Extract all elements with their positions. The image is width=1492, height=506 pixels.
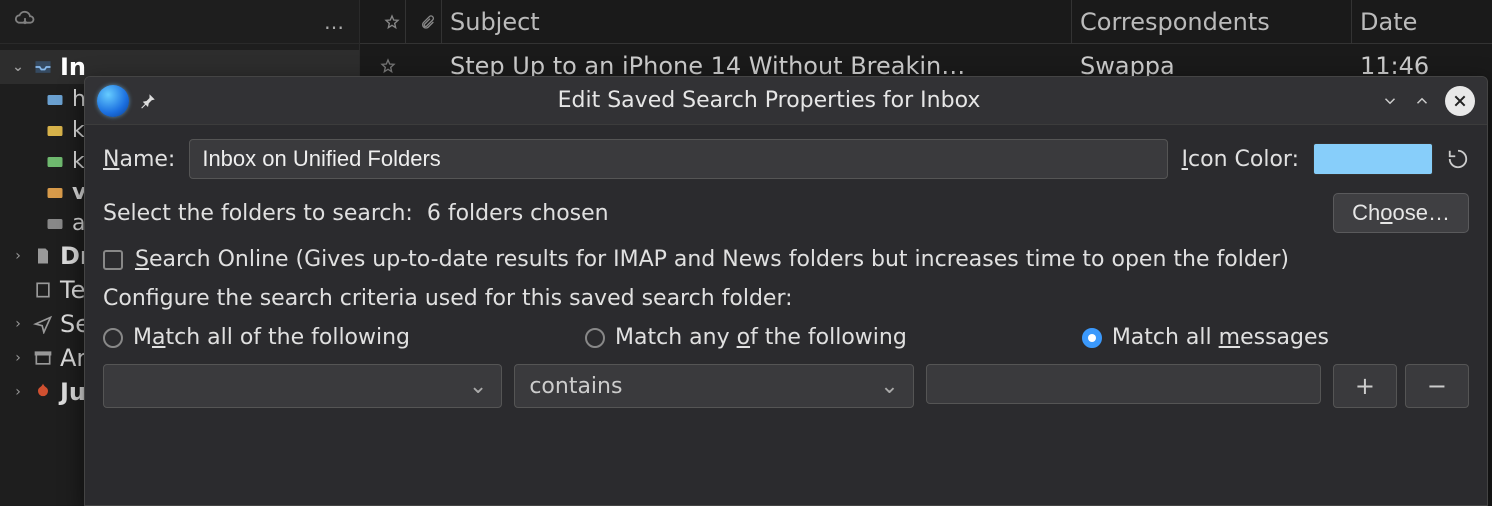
choose-folders-button[interactable]: Choose… [1333, 193, 1469, 233]
inbox-icon [44, 120, 66, 142]
column-star-icon[interactable] [370, 0, 406, 43]
folder-label: k [72, 118, 85, 143]
column-date[interactable]: Date [1352, 0, 1482, 43]
search-online-row[interactable]: Search Online (Gives up-to-date results … [103, 247, 1469, 272]
radio-icon[interactable] [1082, 328, 1102, 348]
dialog-body: Name: Icon Color: Select the folders to … [85, 125, 1487, 505]
match-all-radio[interactable]: Match all of the following [103, 325, 410, 350]
criteria-field-select[interactable]: ⌄ [103, 364, 502, 408]
chevron-down-icon: ⌄ [880, 374, 898, 399]
name-label: Name: [103, 147, 175, 172]
inbox-icon [44, 89, 66, 111]
folder-label: Ar [60, 344, 86, 372]
search-online-checkbox[interactable] [103, 250, 123, 270]
sidebar-more-icon[interactable]: … [324, 10, 345, 34]
match-all-messages-radio[interactable]: Match all messages [1082, 325, 1329, 350]
pin-icon[interactable] [139, 92, 157, 110]
chevron-right-icon[interactable]: › [10, 316, 26, 332]
archive-icon [32, 347, 54, 369]
drafts-icon [32, 245, 54, 267]
criteria-addremove: + − [1333, 364, 1469, 408]
column-correspondents[interactable]: Correspondents [1072, 0, 1352, 43]
icon-color-picker[interactable] [1313, 143, 1433, 175]
chevron-right-icon[interactable]: › [10, 350, 26, 366]
star-icon[interactable] [370, 58, 406, 74]
name-input[interactable] [189, 139, 1167, 179]
get-messages-icon[interactable] [14, 8, 36, 36]
criteria-op-value: contains [529, 374, 622, 399]
chevron-right-icon[interactable]: › [10, 248, 26, 264]
match-any-radio[interactable]: Match any of the following [585, 325, 907, 350]
close-button[interactable] [1445, 86, 1475, 116]
column-subject[interactable]: Subject [442, 0, 1072, 43]
folder-label: Ju [60, 378, 86, 406]
folders-chosen: 6 folders chosen [427, 201, 609, 226]
inbox-icon [44, 182, 66, 204]
inbox-icon [44, 151, 66, 173]
remove-criteria-button[interactable]: − [1405, 364, 1469, 408]
criteria-row: ⌄ contains ⌄ + − [103, 364, 1469, 408]
expand-icon[interactable] [1413, 92, 1431, 110]
name-row: Name: Icon Color: [103, 139, 1469, 179]
reset-color-icon[interactable] [1447, 148, 1469, 170]
column-header-row: Subject Correspondents Date [360, 0, 1492, 44]
folders-label: Select the folders to search: [103, 201, 413, 226]
sent-icon [32, 313, 54, 335]
templates-icon [32, 279, 54, 301]
match-radio-row: Match all of the following Match any of … [103, 325, 1469, 350]
chevron-down-icon: ⌄ [469, 374, 487, 399]
folder-label: k [72, 149, 85, 174]
thunderbird-icon [97, 85, 129, 117]
chevron-down-icon[interactable]: ⌄ [10, 59, 26, 75]
radio-icon[interactable] [585, 328, 605, 348]
junk-icon [32, 381, 54, 403]
sidebar-toolbar: … [0, 0, 359, 44]
folder-label: Te [60, 276, 85, 304]
icon-color-label: Icon Color: [1182, 147, 1299, 172]
column-attachment-icon[interactable] [406, 0, 442, 43]
dialog-titlebar: Edit Saved Search Properties for Inbox [85, 77, 1487, 125]
folder-select-row: Select the folders to search: 6 folders … [103, 193, 1469, 233]
chevron-right-icon[interactable]: › [10, 384, 26, 400]
inbox-icon [44, 213, 66, 235]
edit-saved-search-dialog: Edit Saved Search Properties for Inbox N… [84, 76, 1488, 506]
configure-label: Configure the search criteria used for t… [103, 286, 1469, 311]
criteria-op-select[interactable]: contains ⌄ [514, 364, 913, 408]
dialog-title: Edit Saved Search Properties for Inbox [167, 88, 1371, 113]
search-online-label: Search Online (Gives up-to-date results … [135, 247, 1289, 272]
collapse-icon[interactable] [1381, 92, 1399, 110]
criteria-value-input[interactable] [926, 364, 1321, 404]
add-criteria-button[interactable]: + [1333, 364, 1397, 408]
radio-icon[interactable] [103, 328, 123, 348]
inbox-icon [32, 56, 54, 78]
folder-label: In [60, 53, 86, 81]
